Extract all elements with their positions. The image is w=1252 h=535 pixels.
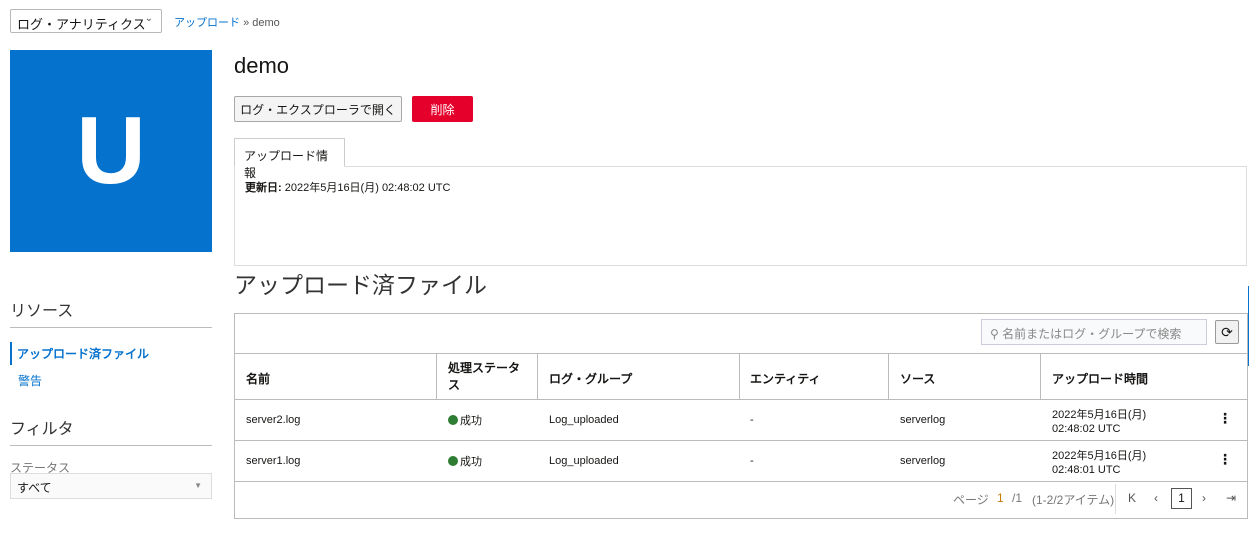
open-in-log-explorer-button[interactable]: ログ・エクスプローラで開く (234, 96, 402, 122)
updated-value: 2022年5月16日(月) 02:48:02 UTC (284, 182, 451, 194)
upload-time: 02:48:01 UTC (1052, 464, 1121, 476)
upload-date: 2022年5月16日(月) (1052, 450, 1147, 462)
column-divider (888, 354, 889, 399)
log-group: Log_uploaded (549, 414, 619, 426)
source: serverlog (900, 455, 946, 467)
search-input[interactable]: ⚲ 名前またはログ・グループで検索 (981, 319, 1207, 345)
sidebar-item-uploaded-files[interactable]: アップロード済ファイル (10, 342, 154, 365)
column-header-source[interactable]: ソース (900, 370, 935, 387)
page-total: /1 (1012, 491, 1023, 505)
divider (10, 445, 212, 446)
uploaded-files-heading: アップロード済ファイル (234, 272, 487, 298)
breadcrumb-uploads-link[interactable]: アップロード (174, 17, 240, 29)
column-header-upload-time[interactable]: アップロード時間 (1052, 370, 1148, 387)
column-header-status[interactable]: 処理ステータス (448, 360, 528, 394)
delete-button[interactable]: 削除 (412, 96, 473, 122)
page-number: 1 (997, 491, 1004, 505)
service-select[interactable]: ログ・アナリティクス ⌄ (10, 9, 162, 33)
column-header-name[interactable]: 名前 (246, 370, 270, 387)
refresh-button[interactable]: ⟳ (1215, 320, 1239, 344)
tab-upload-info[interactable]: アップロード情報 (234, 138, 345, 180)
refresh-icon: ⟳ (1221, 324, 1233, 340)
entity: - (750, 455, 754, 467)
upload-info-panel: 更新日: 2022年5月16日(月) 02:48:02 UTC (234, 166, 1247, 266)
entity: - (750, 414, 754, 426)
status-badge: 成功 (448, 453, 482, 469)
service-select-value: ログ・アナリティクス (17, 17, 146, 32)
resource-logo: U (10, 50, 212, 252)
status-badge: 成功 (448, 412, 482, 428)
file-name[interactable]: server2.log (246, 414, 300, 426)
column-divider (1040, 354, 1041, 399)
breadcrumb: アップロード » demo (174, 14, 280, 30)
success-dot-icon (448, 415, 458, 425)
previous-page-icon[interactable]: ‹ (1154, 491, 1158, 505)
file-name[interactable]: server1.log (246, 455, 300, 467)
source: serverlog (900, 414, 946, 426)
first-page-icon[interactable]: K (1128, 491, 1136, 505)
next-page-icon[interactable]: › (1202, 491, 1206, 505)
side-panel-edge (1248, 286, 1252, 366)
search-placeholder: 名前またはログ・グループで検索 (1002, 327, 1182, 341)
breadcrumb-separator: » (243, 17, 250, 29)
divider (235, 440, 1247, 441)
column-header-log-group[interactable]: ログ・グループ (549, 370, 632, 387)
status-text: 成功 (460, 456, 482, 468)
updated-label: 更新日: (245, 182, 282, 194)
status-text: 成功 (460, 415, 482, 427)
column-divider (436, 354, 437, 399)
success-dot-icon (448, 456, 458, 466)
upload-time: 02:48:02 UTC (1052, 423, 1121, 435)
upload-date: 2022年5月16日(月) (1052, 409, 1147, 421)
current-page-button[interactable]: 1 (1171, 488, 1192, 509)
column-divider (739, 354, 740, 399)
resources-heading: リソース (10, 303, 74, 320)
page-title: demo (234, 53, 290, 78)
column-header-entity[interactable]: エンティティ (750, 370, 821, 387)
divider (1115, 484, 1116, 514)
page-label: ページ (953, 493, 989, 507)
divider (235, 353, 1247, 354)
status-filter-select[interactable]: すべて ▼ (10, 473, 212, 499)
last-page-icon[interactable]: ⇥ (1226, 491, 1236, 505)
divider (235, 481, 1247, 482)
sidebar-item-warnings[interactable]: 警告 (11, 372, 42, 389)
column-divider (537, 354, 538, 399)
caret-down-icon: ▼ (194, 481, 202, 490)
divider (10, 327, 212, 328)
search-icon: ⚲ (990, 327, 999, 341)
chevron-down-icon: ⌄ (144, 13, 153, 24)
log-group: Log_uploaded (549, 455, 619, 467)
status-filter-value: すべて (17, 481, 52, 495)
item-range: (1-2/2アイテム) (1032, 493, 1115, 507)
filter-heading: フィルタ (10, 421, 74, 438)
breadcrumb-current: demo (252, 17, 280, 29)
divider (235, 399, 1247, 400)
row-actions-menu-icon[interactable]: ⋮ (1218, 410, 1232, 427)
row-actions-menu-icon[interactable]: ⋮ (1218, 451, 1232, 468)
